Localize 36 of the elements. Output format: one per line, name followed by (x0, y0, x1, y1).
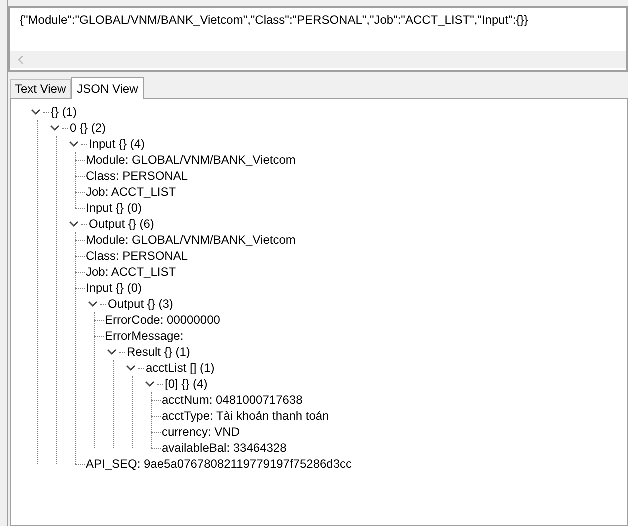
tree-node-label[interactable]: 0 {} (2) (70, 119, 106, 137)
tree-leaf-label: acctType: Tài khoản thanh toán (162, 408, 330, 425)
view-tab[interactable]: Text View (10, 79, 72, 98)
collapse-chevron-icon[interactable] (126, 364, 136, 372)
tree-node-label[interactable]: {} (1) (51, 103, 78, 121)
tree-leaf-label: availableBal: 33464328 (162, 440, 287, 457)
tree-leaf-label: API_SEQ: 9ae5a07678082119779197f75286d3cc (86, 456, 352, 473)
tree-leaf-label: Job: ACCT_LIST (86, 264, 176, 281)
tree-leaf-label: Class: PERSONAL (86, 248, 188, 265)
tree-leaf-label: Module: GLOBAL/VNM/BANK_Vietcom (86, 152, 296, 169)
tree-leaf-label: Module: GLOBAL/VNM/BANK_Vietcom (86, 232, 296, 249)
tree-leaf-label: Input {} (0) (86, 200, 142, 217)
tree-node-label[interactable]: Input {} (4) (89, 135, 146, 153)
request-json-text: {"Module":"GLOBAL/VNM/BANK_Vietcom","Class":"PERSONAL","Job":"ACCT_LIST","Input":{}} (19, 12, 530, 29)
tree-node-label[interactable]: Output {} (6) (89, 215, 154, 233)
tree-node-label[interactable]: Output {} (3) (108, 295, 174, 313)
horizontal-scrollbar[interactable] (10, 51, 626, 68)
tree-leaf-label: acctNum: 0481000717638 (162, 392, 303, 409)
collapse-chevron-icon[interactable] (31, 108, 41, 116)
collapse-chevron-icon[interactable] (69, 220, 79, 228)
tree-node-label[interactable]: Result {} (1) (127, 343, 190, 361)
tree-leaf-label: ErrorMessage: (105, 328, 184, 345)
view-tab[interactable]: JSON View (71, 77, 144, 99)
collapse-chevron-icon[interactable] (88, 300, 98, 308)
tree-leaf-label: Input {} (0) (86, 280, 142, 297)
tree-leaf-label: Job: ACCT_LIST (86, 184, 176, 201)
collapse-chevron-icon[interactable] (145, 380, 155, 388)
tree-node-label[interactable]: acctList [] (1) (146, 359, 215, 377)
collapse-chevron-icon[interactable] (107, 348, 117, 356)
collapse-chevron-icon[interactable] (50, 124, 60, 132)
tree-leaf-label: Class: PERSONAL (86, 168, 188, 185)
collapse-chevron-icon[interactable] (69, 140, 79, 148)
tree-leaf-label: currency: VND (162, 424, 240, 441)
request-text-area[interactable]: {"Module":"GLOBAL/VNM/BANK_Vietcom","Class":"PERSONAL","Job":"ACCT_LIST","Input":{}} (8, 6, 628, 72)
tree-leaf-label: ErrorCode: 00000000 (105, 312, 220, 329)
tree-node-label[interactable]: [0] {} (4) (165, 375, 208, 393)
